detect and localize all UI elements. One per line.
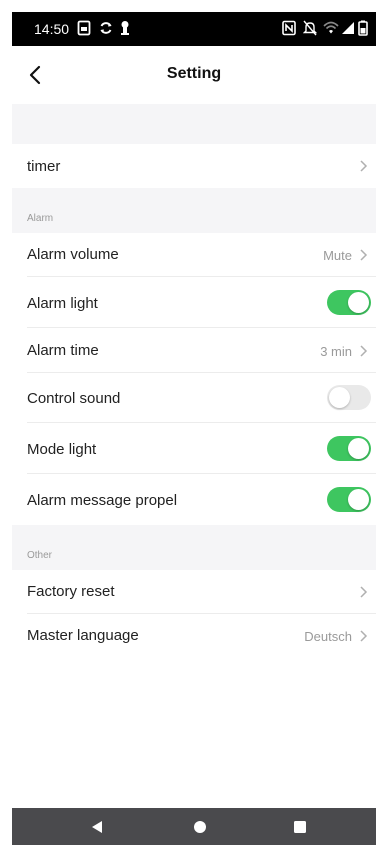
toggle-knob [329,387,350,408]
other-section-header: Other [12,525,376,570]
timer-label: timer [27,158,61,175]
control-sound-label: Control sound [27,390,121,407]
chevron-right-icon [360,586,368,598]
keyhole-icon [121,21,129,35]
section-spacer [12,104,376,144]
recents-square-icon[interactable] [293,820,307,834]
factory-reset-label: Factory reset [27,583,115,600]
master-language-label: Master language [27,627,139,644]
factory-reset-row[interactable]: Factory reset [12,570,376,614]
master-language-row[interactable]: Master language Deutsch [12,614,376,658]
chevron-right-icon [360,630,368,642]
status-time: 14:50 [34,21,70,37]
signal-icon [342,22,354,34]
back-triangle-icon[interactable] [90,820,104,834]
toggle-knob [348,489,369,510]
master-language-value: Deutsch [304,629,352,644]
app-screen: 14:50 Setting timer Alarm Alarm volume M… [12,12,376,845]
alarm-message-propel-label: Alarm message propel [27,492,178,509]
alarm-volume-label: Alarm volume [27,246,119,263]
system-nav-bar [12,808,376,845]
mute-icon [303,20,317,36]
toggle-knob [348,438,369,459]
control-sound-toggle[interactable] [327,385,371,410]
toggle-knob [348,292,369,313]
control-sound-row: Control sound [12,373,376,423]
page-title: Setting [166,65,222,82]
mode-light-label: Mode light [27,441,97,458]
mode-light-toggle[interactable] [327,436,371,461]
alarm-time-value: 3 min [320,344,352,359]
header-bar: Setting [12,46,376,104]
section-label-alarm: Alarm [27,213,54,224]
alarm-message-propel-toggle[interactable] [327,487,371,512]
mode-light-row: Mode light [12,423,376,474]
chevron-right-icon [360,345,368,357]
alarm-volume-row[interactable]: Alarm volume Mute [12,233,376,277]
alarm-light-toggle[interactable] [327,290,371,315]
timer-row[interactable]: timer [12,144,376,188]
alarm-message-propel-row: Alarm message propel [12,474,376,525]
home-circle-icon[interactable] [193,820,207,834]
alarm-volume-value: Mute [323,248,352,263]
chevron-right-icon [360,160,368,172]
battery-icon [358,20,368,36]
alarm-light-row: Alarm light [12,277,376,328]
alarm-time-label: Alarm time [27,342,99,359]
alarm-section-header: Alarm [12,188,376,233]
alarm-light-label: Alarm light [27,295,98,312]
wifi-icon [323,21,339,34]
screenshot-icon [77,20,91,36]
chevron-right-icon [360,249,368,261]
section-label-other: Other [27,550,53,561]
nfc-icon [282,20,296,36]
status-bar: 14:50 [12,12,376,46]
sync-icon [100,22,112,34]
alarm-time-row[interactable]: Alarm time 3 min [12,328,376,373]
